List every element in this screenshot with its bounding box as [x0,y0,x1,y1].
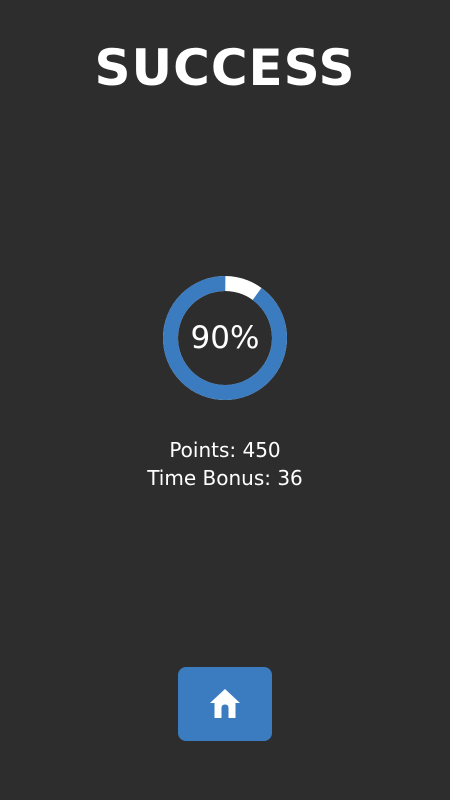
score-summary: Points: 450 Time Bonus: 36 [0,436,450,492]
progress-percent: 90% [190,320,260,356]
home-button[interactable] [178,667,272,741]
progress-ring: 90% [163,276,287,400]
home-icon [210,689,240,718]
time-bonus-text: Time Bonus: 36 [147,466,303,490]
points-text: Points: 450 [169,438,281,462]
page-title: SUCCESS [94,39,356,97]
